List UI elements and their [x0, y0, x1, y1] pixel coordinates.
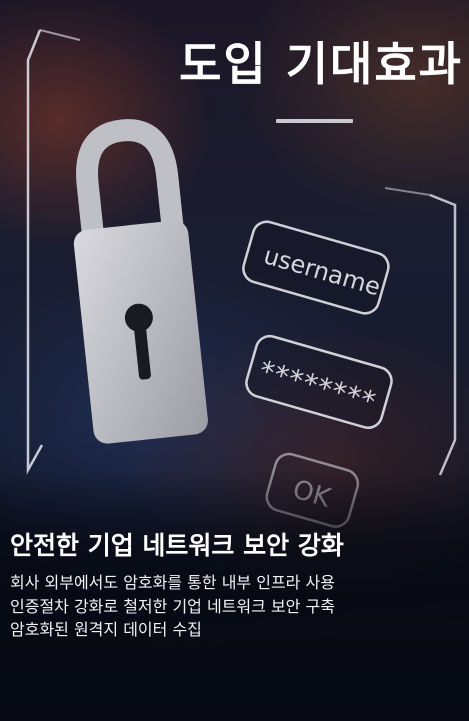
title-divider [276, 119, 353, 123]
benefit-line: 인증절차 강화로 철저한 기업 네트워크 보안 구축 [10, 596, 335, 616]
hero-banner: username ******** OK 도입 기대효과 안전한 기업 네트워크… [0, 0, 469, 721]
frame-left-bracket [26, 29, 81, 475]
password-field-graphic: ******** [245, 334, 393, 430]
benefit-list: 회사 외부에서도 암호화를 통한 내부 인프라 사용 인증절차 강화로 철저한 … [10, 571, 335, 642]
benefit-line: 회사 외부에서도 암호화를 통한 내부 인프라 사용 [10, 573, 335, 592]
padlock-icon [73, 119, 208, 444]
frame-right-bracket [384, 187, 457, 476]
section-subtitle: 안전한 기업 네트워크 보안 강화 [10, 531, 344, 560]
benefit-line: 암호화된 원격지 데이터 수집 [10, 620, 202, 639]
username-field-graphic: username [242, 220, 390, 315]
page-title: 도입 기대효과 [179, 37, 463, 91]
